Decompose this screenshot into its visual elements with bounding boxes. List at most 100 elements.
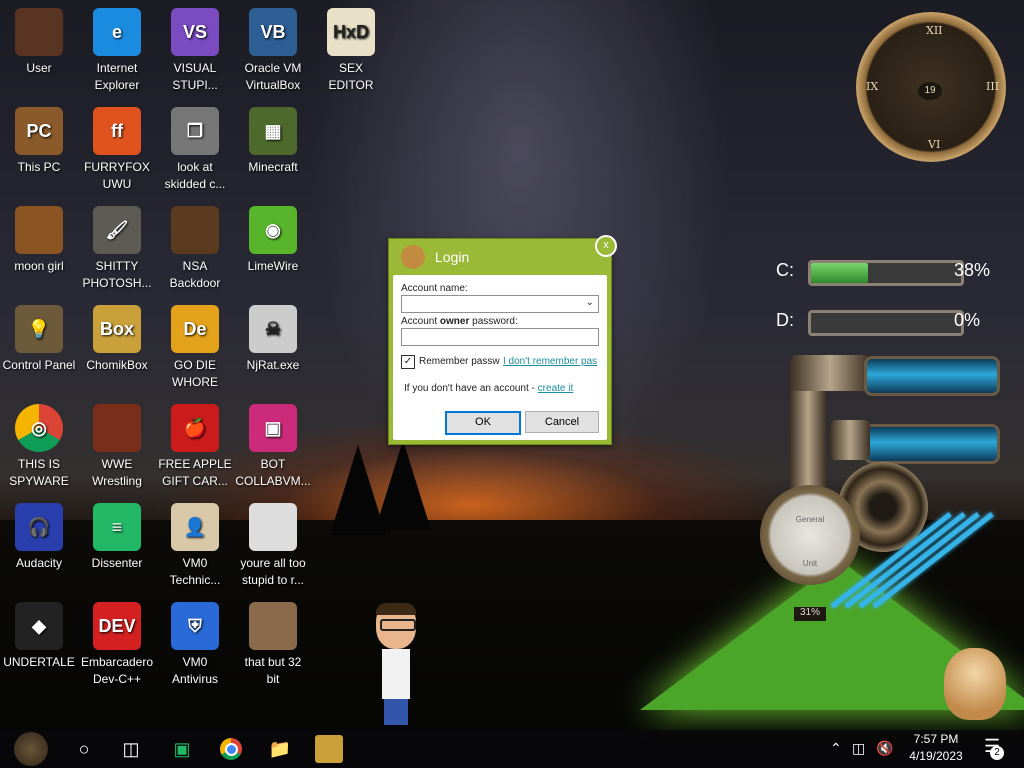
minecraft-icon: ▦: [249, 107, 297, 155]
chrome-logo-center: [224, 742, 238, 756]
login-titlebar[interactable]: Login: [389, 239, 611, 273]
cortana-icon[interactable]: ○: [70, 735, 98, 763]
close-icon[interactable]: x: [595, 235, 617, 257]
cancel-button[interactable]: Cancel: [525, 411, 599, 433]
desktop-icon[interactable]: DEV Embarcadero Dev-C++: [78, 602, 156, 688]
desktop-icon-label: WWE Wrestling: [92, 457, 142, 488]
file-explorer-icon[interactable]: 📁: [266, 735, 294, 763]
start-button-icon[interactable]: [14, 732, 48, 766]
desktop-icon[interactable]: ❐ look at skidded c...: [156, 107, 234, 193]
dissenter-icon[interactable]: ▣: [168, 735, 196, 763]
desktop-icon-label: youre all too stupid to r...: [240, 556, 306, 587]
desktop-icon[interactable]: ▦ Minecraft: [234, 107, 312, 176]
desktop-icon[interactable]: WWE Wrestling: [78, 404, 156, 490]
drive-c-percent: 38%: [954, 260, 991, 280]
drive-d-tube: [808, 310, 964, 336]
hamster-desktop-pet[interactable]: [944, 648, 1006, 720]
password-label-bold: owner: [439, 316, 470, 327]
desktop-icon[interactable]: De GO DIE WHORE: [156, 305, 234, 391]
chomikbox-icon[interactable]: [315, 735, 343, 763]
password-field[interactable]: [401, 328, 599, 346]
desktop-icon[interactable]: VB Oracle VM VirtualBox: [234, 8, 312, 94]
desktop-icon-label: Internet Explorer: [94, 61, 140, 92]
edge-icon: e: [93, 8, 141, 56]
desktop-icon[interactable]: 👤 VM0 Technic...: [156, 503, 234, 589]
apple-icon: 🍎: [171, 404, 219, 452]
blue-rods-decoration: [830, 512, 994, 610]
desktop-icon[interactable]: moon girl: [0, 206, 78, 275]
desktop-icon[interactable]: ⛨ VM0 Antivirus: [156, 602, 234, 688]
desktop-icon-label: Control Panel: [2, 358, 76, 372]
steampunk-clock-widget[interactable]: XII III VI IX 19: [856, 12, 1006, 162]
desktop-icon-label: VISUAL STUPI...: [172, 61, 218, 92]
desktop-icon[interactable]: HxD SEX EDITOR: [312, 8, 390, 94]
hank-hill-desktop-pet[interactable]: [372, 603, 420, 725]
ok-button[interactable]: OK: [445, 411, 521, 435]
desktop-icon[interactable]: ☠ NjRat.exe: [234, 305, 312, 374]
desktop-icon[interactable]: User: [0, 8, 78, 77]
desktop-icon-label: User: [26, 61, 52, 75]
taskbar: ○ ◫ ▣ 📁 ⌃ ◫ 🔇 7:57 PM 4/19/2023 ☰ 2: [0, 730, 1024, 768]
desktop-icon-label: UNDERTALE: [3, 655, 75, 669]
drive-c-gauge[interactable]: C: 38%: [760, 256, 1010, 290]
desktop-icon-label: Oracle VM VirtualBox: [244, 61, 302, 92]
woman-portrait-icon: [249, 602, 297, 650]
hank-shirt: [382, 649, 410, 699]
desktop-icon-label: that but 32 bit: [244, 655, 302, 686]
monitor-icon: ▣: [249, 404, 297, 452]
desktop-icon[interactable]: ▣ BOT COLLABVM...: [234, 404, 312, 490]
drive-d-letter: D:: [776, 310, 794, 330]
drive-c-tube: [808, 260, 964, 286]
desktop-icon[interactable]: ◎ THIS IS SPYWARE: [0, 404, 78, 490]
drive-d-percent: 0%: [954, 310, 981, 330]
desktop-icon[interactable]: e Internet Explorer: [78, 8, 156, 94]
chrome-icon[interactable]: [217, 735, 245, 763]
firefox-icon: ff: [93, 107, 141, 155]
drive-d-gauge[interactable]: D: 0%: [760, 306, 1010, 340]
drive-c-fill: [811, 263, 868, 283]
desktop-icon-label: look at skidded c...: [164, 160, 226, 191]
clock-numeral: XII: [926, 24, 943, 37]
forgot-password-link[interactable]: I don't remember pas: [503, 356, 597, 367]
technician-icon: 👤: [171, 503, 219, 551]
remember-checkbox[interactable]: ✓: [401, 355, 415, 369]
desktop-icon-label: Minecraft: [248, 160, 298, 174]
chevron-down-icon[interactable]: ⌄: [586, 297, 594, 308]
taskbar-clock[interactable]: 7:57 PM 4/19/2023: [896, 731, 976, 765]
desktop-icon-label: moon girl: [14, 259, 64, 273]
desktop-icon[interactable]: ≡ Dissenter: [78, 503, 156, 572]
unity-icon: ◆: [15, 602, 63, 650]
desktop-icon[interactable]: NSA Backdoor: [156, 206, 234, 292]
desktop-icon[interactable]: that but 32 bit: [234, 602, 312, 688]
volume-muted-icon[interactable]: 🔇: [876, 740, 893, 757]
desktop-icon[interactable]: 🖌 SHITTY PHOTOSH...: [78, 206, 156, 292]
gauge-value: 31%: [794, 607, 826, 621]
desktop-icon[interactable]: Box ChomikBox: [78, 305, 156, 374]
desktop-icon[interactable]: 🎧 Audacity: [0, 503, 78, 572]
chrome-icon: ◎: [15, 404, 63, 452]
taskbar-time: 7:57 PM: [913, 732, 959, 746]
desktop-icon[interactable]: PC This PC: [0, 107, 78, 176]
desktop-icon[interactable]: ◉ LimeWire: [234, 206, 312, 275]
create-account-link[interactable]: create it: [538, 383, 574, 394]
audacity-icon: 🎧: [15, 503, 63, 551]
clock-day: 19: [918, 82, 942, 100]
desktop-icon[interactable]: youre all too stupid to r...: [234, 503, 312, 589]
desktop-icon[interactable]: 🍎 FREE APPLE GIFT CAR...: [156, 404, 234, 490]
desktop-icon[interactable]: ◆ UNDERTALE: [0, 602, 78, 671]
ram-tube: [864, 424, 1000, 464]
desktop-icon-label: SHITTY PHOTOSH...: [82, 259, 152, 290]
account-name-combobox[interactable]: ⌄: [401, 295, 599, 313]
portrait-icon: [249, 503, 297, 551]
desktop-icon[interactable]: 💡 Control Panel: [0, 305, 78, 374]
desktop-icon[interactable]: VS VISUAL STUPI...: [156, 8, 234, 94]
user-folder-icon: [15, 8, 63, 56]
task-view-icon[interactable]: ◫: [117, 735, 145, 763]
chevron-up-icon[interactable]: ⌃: [830, 740, 842, 757]
wallpaper-tree: [375, 440, 431, 530]
desktop-icon-label: Audacity: [15, 556, 63, 570]
desktop-icon-label: LimeWire: [247, 259, 299, 273]
desktop-icon[interactable]: ff FURRYFOX UWU: [78, 107, 156, 193]
network-icon[interactable]: ◫: [852, 740, 865, 757]
blue-rod: [844, 512, 966, 609]
